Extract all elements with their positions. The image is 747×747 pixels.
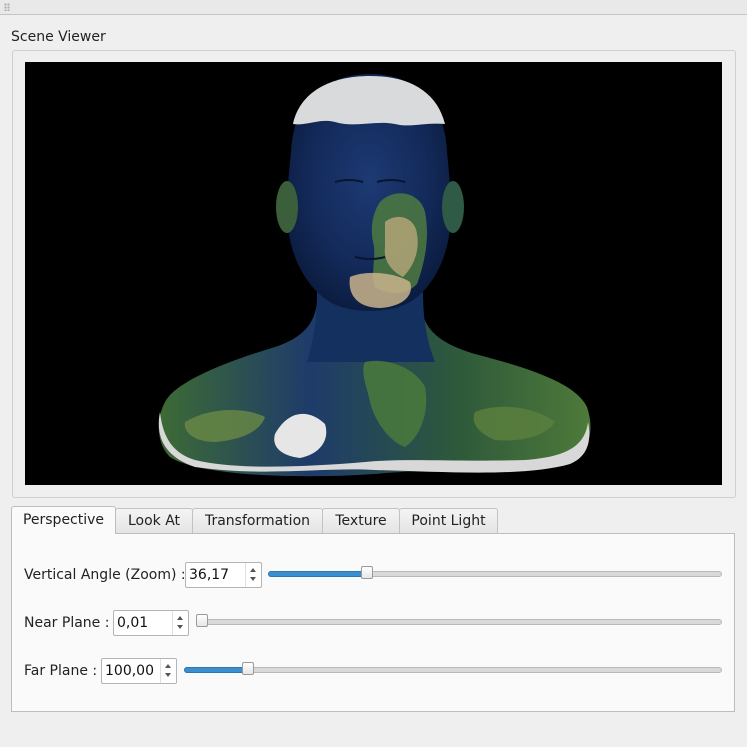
slider-handle[interactable] [242,662,254,675]
tab-texture[interactable]: Texture [322,508,400,533]
spin-arrows[interactable] [172,611,188,635]
tab-perspective[interactable]: Perspective [11,506,116,534]
chevron-down-icon[interactable] [177,625,183,629]
chevron-up-icon[interactable] [165,664,171,668]
slider-fill [268,571,369,577]
top-toolbar-strip [0,0,747,15]
head-model-render [158,74,591,477]
near-plane-slider[interactable] [196,614,722,630]
tab-look-at[interactable]: Look At [115,508,193,533]
group-title: Scene Viewer [11,29,106,45]
perspective-panel: Vertical Angle (Zoom) : 36,17 Near Plane… [11,533,735,712]
scene-viewport[interactable] [25,62,722,485]
slider-groove [184,667,722,673]
tab-transformation[interactable]: Transformation [192,508,323,533]
spin-arrows[interactable] [160,659,176,683]
chevron-up-icon[interactable] [250,568,256,572]
far-plane-label: Far Plane : [24,663,98,679]
far-plane-spinbox[interactable]: 100,00 [101,658,177,684]
chevron-down-icon[interactable] [250,577,256,581]
near-plane-value[interactable]: 0,01 [117,615,148,631]
slider-fill [184,667,250,673]
chevron-down-icon[interactable] [165,673,171,677]
near-plane-label: Near Plane : [24,615,110,631]
far-plane-value[interactable]: 100,00 [105,663,154,679]
vertical-angle-spinbox[interactable]: 36,17 [185,562,262,588]
far-plane-slider[interactable] [184,662,722,678]
slider-groove [196,619,722,625]
tab-point-light[interactable]: Point Light [399,508,498,533]
vertical-angle-label: Vertical Angle (Zoom) : [24,567,186,583]
vertical-angle-value[interactable]: 36,17 [189,567,229,583]
spin-arrows[interactable] [245,563,261,587]
grip-icon[interactable] [4,3,10,11]
vertical-angle-slider[interactable] [268,566,722,582]
slider-handle[interactable] [196,614,208,627]
near-plane-spinbox[interactable]: 0,01 [113,610,189,636]
chevron-up-icon[interactable] [177,616,183,620]
slider-handle[interactable] [361,566,373,579]
